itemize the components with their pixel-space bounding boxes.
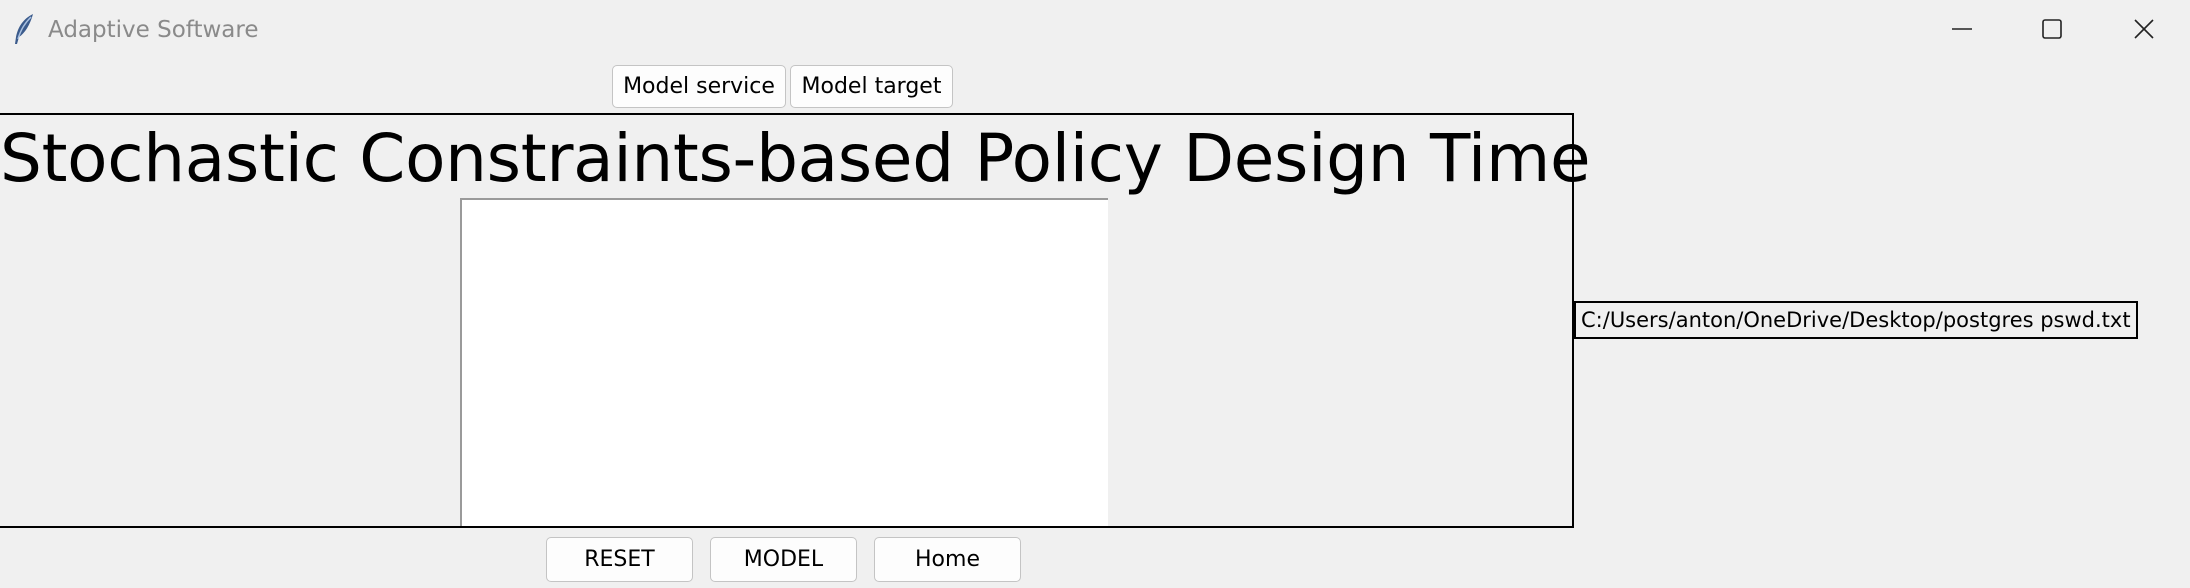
close-icon: [2133, 18, 2155, 40]
close-button[interactable]: [2098, 0, 2190, 58]
page-title: Stochastic Constraints-based Policy Desi…: [0, 120, 1591, 197]
model-target-button[interactable]: Model target: [790, 65, 953, 108]
window-title: Adaptive Software: [48, 17, 259, 43]
home-button[interactable]: Home: [874, 537, 1021, 582]
plot-canvas[interactable]: [460, 198, 1108, 526]
minimize-icon: [1951, 18, 1973, 40]
minimize-button[interactable]: [1916, 0, 2008, 58]
reset-button[interactable]: RESET: [546, 537, 693, 582]
feather-icon: [13, 13, 35, 45]
title-bar[interactable]: Adaptive Software: [0, 0, 2190, 58]
model-service-button[interactable]: Model service: [612, 65, 786, 108]
maximize-icon: [2041, 18, 2063, 40]
model-button[interactable]: MODEL: [710, 537, 857, 582]
app-window: Adaptive Software Model service Model ta…: [0, 0, 2190, 588]
maximize-button[interactable]: [2006, 0, 2098, 58]
file-path-label: C:/Users/anton/OneDrive/Desktop/postgres…: [1574, 301, 2138, 339]
